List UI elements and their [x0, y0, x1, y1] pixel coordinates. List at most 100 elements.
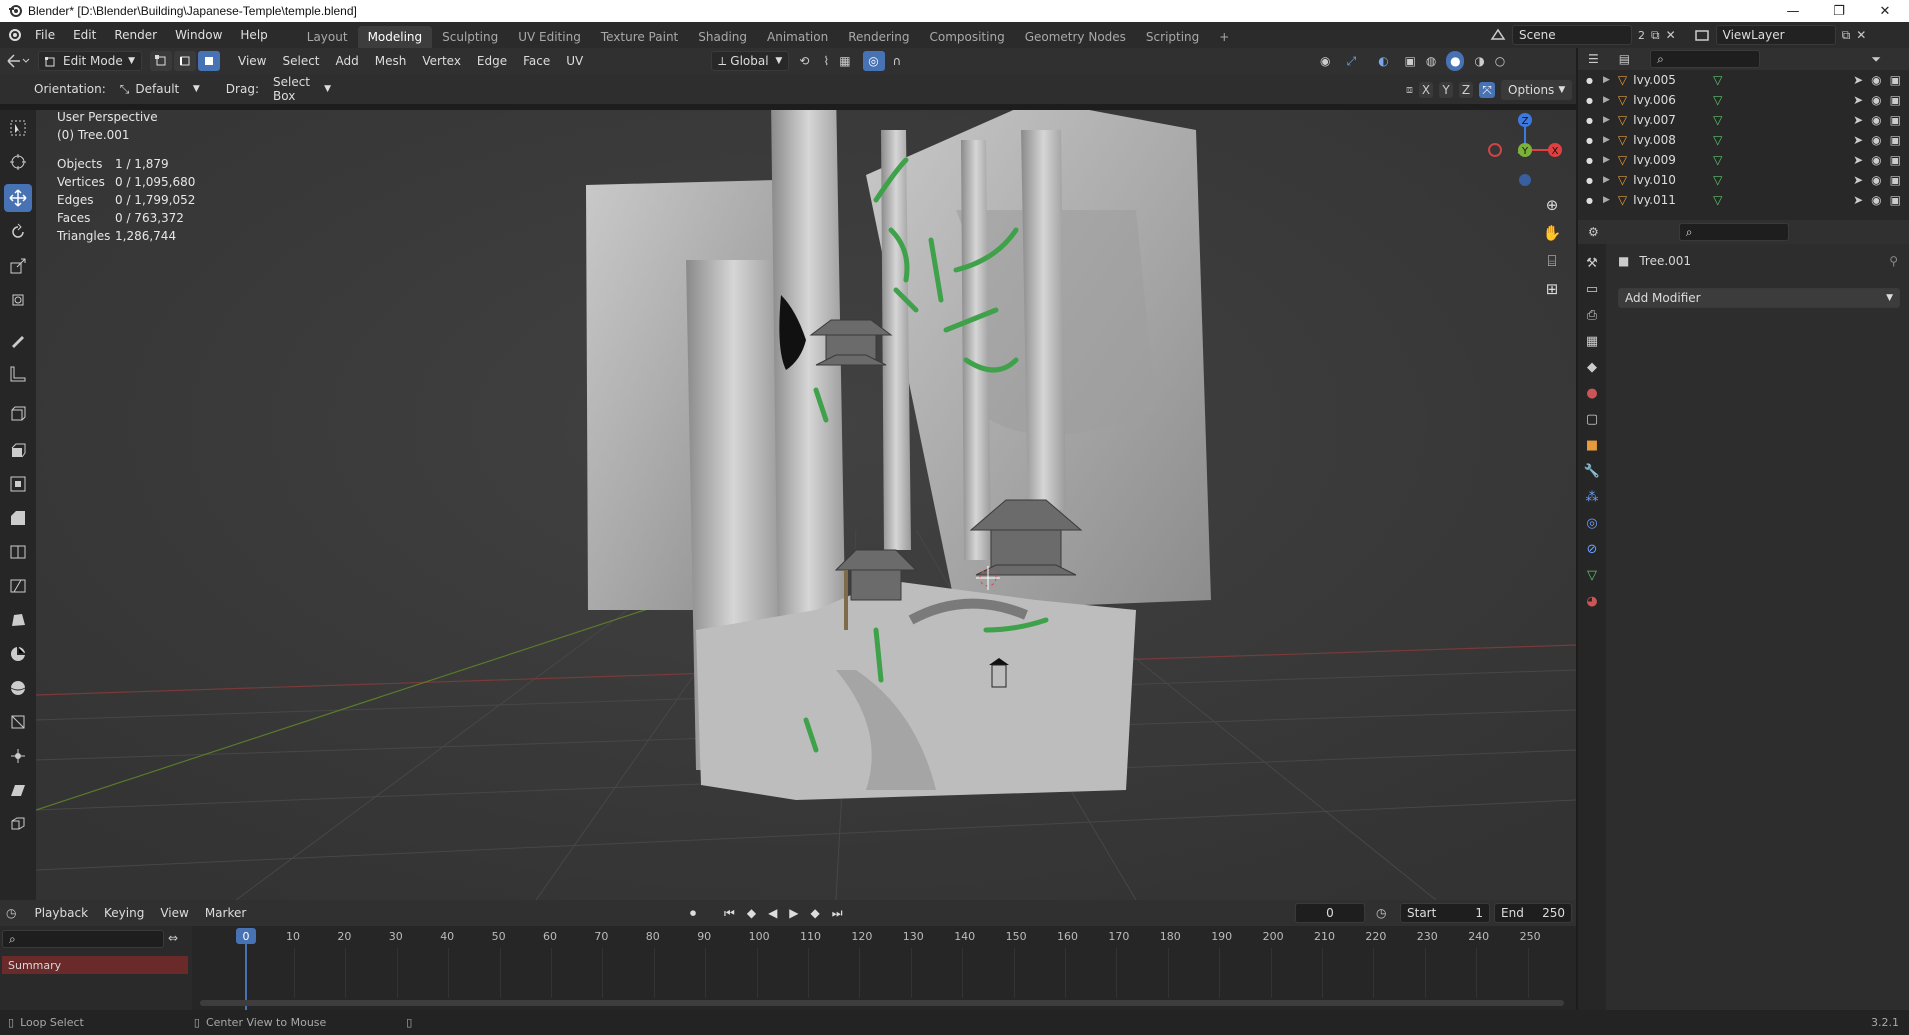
tab-scripting[interactable]: Scripting: [1136, 26, 1209, 48]
menu-edge[interactable]: Edge: [469, 54, 515, 68]
visibility-icon[interactable]: ◉: [1320, 54, 1330, 68]
scene-selector[interactable]: Scene: [1512, 25, 1632, 45]
properties-editor-icon[interactable]: ⚙: [1588, 225, 1599, 239]
smooth-tool[interactable]: [4, 674, 32, 702]
output-tab-icon[interactable]: ⎙: [1587, 308, 1597, 323]
snap-toggle-icon[interactable]: ⌇: [823, 54, 829, 68]
mirror-y-button[interactable]: Y: [1439, 82, 1453, 98]
rotate-tool[interactable]: [4, 218, 32, 246]
pin-icon[interactable]: ⚲: [1889, 254, 1898, 268]
annotate-tool[interactable]: [4, 326, 32, 354]
render-camera-icon[interactable]: ▣: [1890, 153, 1901, 167]
outliner-row[interactable]: ● ▶ ▽ Ivy.005 ▽ ➤ ◉ ▣: [1578, 70, 1909, 90]
physics-tab-icon[interactable]: ◎: [1586, 516, 1597, 531]
select-toggle-icon[interactable]: ➤: [1853, 173, 1863, 187]
expand-arrow-icon[interactable]: ▶: [1603, 155, 1610, 165]
camera-view-icon[interactable]: ⌸: [1540, 252, 1564, 270]
select-toggle-icon[interactable]: ➤: [1853, 193, 1863, 207]
add-modifier-dropdown[interactable]: Add Modifier ▼: [1618, 288, 1900, 308]
scene-icon[interactable]: [1490, 27, 1506, 43]
select-toggle-icon[interactable]: ➤: [1853, 113, 1863, 127]
expand-arrow-icon[interactable]: ▶: [1603, 95, 1610, 105]
rendered-shading-icon[interactable]: ○: [1495, 54, 1505, 68]
timeline-search-input[interactable]: ⌕: [2, 930, 164, 948]
expand-arrow-icon[interactable]: ▶: [1603, 175, 1610, 185]
xray-toggle-icon[interactable]: ▣: [1404, 54, 1415, 68]
outliner-search-input[interactable]: ⌕: [1650, 50, 1761, 68]
collection-tab-icon[interactable]: ▢: [1586, 412, 1598, 427]
gizmo-neg-x-axis[interactable]: [1488, 143, 1502, 157]
menu-vertex[interactable]: Vertex: [414, 54, 469, 68]
delete-viewlayer-icon[interactable]: ✕: [1856, 28, 1866, 42]
material-tab-icon[interactable]: ◕: [1586, 594, 1597, 609]
render-camera-icon[interactable]: ▣: [1890, 93, 1901, 107]
maximize-button[interactable]: ❐: [1816, 0, 1862, 22]
spin-tool[interactable]: [4, 640, 32, 668]
eye-icon[interactable]: ◉: [1871, 93, 1881, 107]
menu-window[interactable]: Window: [166, 22, 231, 48]
tab-sculpting[interactable]: Sculpting: [432, 26, 508, 48]
face-select-button[interactable]: [198, 51, 220, 71]
render-tab-icon[interactable]: ▭: [1586, 282, 1598, 297]
gizmo-neg-z-axis[interactable]: [1519, 174, 1531, 186]
modifier-wrench-icon[interactable]: 🔧: [1584, 464, 1600, 479]
menu-edit[interactable]: Edit: [64, 22, 105, 48]
shrink-fatten-tool[interactable]: [4, 742, 32, 770]
select-toggle-icon[interactable]: ➤: [1853, 73, 1863, 87]
measure-tool[interactable]: [4, 360, 32, 388]
gizmo-toggle-icon[interactable]: ⤢: [1340, 51, 1362, 71]
menu-select[interactable]: Select: [274, 54, 327, 68]
next-keyframe-icon[interactable]: ◆: [811, 906, 820, 920]
transform-orientation-dropdown[interactable]: ⟂ Global ▼: [711, 51, 790, 71]
edge-slide-tool[interactable]: [4, 708, 32, 736]
tab-rendering[interactable]: Rendering: [838, 26, 919, 48]
outliner-row[interactable]: ● ▶ ▽ Ivy.006 ▽ ➤ ◉ ▣: [1578, 90, 1909, 110]
outliner-row[interactable]: ● ▶ ▽ Ivy.007 ▽ ➤ ◉ ▣: [1578, 110, 1909, 130]
minimize-button[interactable]: —: [1770, 0, 1816, 22]
outliner-editor-icon[interactable]: ☰: [1588, 52, 1599, 66]
new-viewlayer-icon[interactable]: ⧉: [1842, 28, 1851, 43]
new-scene-icon[interactable]: ⧉: [1651, 28, 1660, 43]
blender-menu-icon[interactable]: [6, 27, 22, 43]
render-camera-icon[interactable]: ▣: [1890, 73, 1901, 87]
add-cube-tool[interactable]: [4, 400, 32, 428]
vertex-select-button[interactable]: [150, 51, 172, 71]
menu-uv[interactable]: UV: [558, 54, 591, 68]
close-window-button[interactable]: ✕: [1862, 0, 1908, 22]
move-tool[interactable]: [4, 184, 32, 212]
select-toggle-icon[interactable]: ➤: [1853, 153, 1863, 167]
jump-end-icon[interactable]: ⏭: [832, 906, 843, 921]
menu-marker[interactable]: Marker: [197, 906, 254, 920]
viewlayer-icon[interactable]: [1694, 27, 1710, 43]
extrude-tool[interactable]: [4, 436, 32, 464]
orientation-dropdown[interactable]: ⤡ Default ▼: [114, 79, 206, 99]
record-icon[interactable]: ⏺: [690, 906, 696, 921]
delete-scene-icon[interactable]: ✕: [1666, 28, 1676, 42]
editor-type-icon[interactable]: [6, 53, 30, 69]
tab-uv-editing[interactable]: UV Editing: [508, 26, 591, 48]
render-camera-icon[interactable]: ▣: [1890, 133, 1901, 147]
scale-tool[interactable]: [4, 252, 32, 280]
rip-region-tool[interactable]: [4, 810, 32, 838]
menu-mesh[interactable]: Mesh: [367, 54, 415, 68]
snap-target-icon[interactable]: ▦: [839, 54, 850, 68]
outliner-row[interactable]: ● ▶ ▽ Ivy.008 ▽ ➤ ◉ ▣: [1578, 130, 1909, 150]
particles-tab-icon[interactable]: ⁂: [1586, 490, 1599, 505]
mirror-x-button[interactable]: X: [1419, 82, 1433, 98]
timeline-frames[interactable]: 10 20 30 40 50 60 70 80 90 100 110 120 130 140 150 160 1…: [192, 926, 1576, 1010]
poly-build-tool[interactable]: [4, 606, 32, 634]
viewlayer-selector[interactable]: ViewLayer: [1715, 25, 1836, 45]
expand-arrow-icon[interactable]: ▶: [1603, 115, 1610, 125]
zoom-icon[interactable]: ⊕: [1540, 196, 1564, 214]
pivot-point-icon[interactable]: ⟲: [799, 54, 809, 68]
end-frame-field[interactable]: End 250: [1494, 903, 1572, 923]
menu-keying[interactable]: Keying: [96, 906, 152, 920]
summary-channel[interactable]: Summary: [2, 956, 188, 974]
menu-view[interactable]: View: [230, 54, 274, 68]
menu-add[interactable]: Add: [328, 54, 367, 68]
menu-timeline-view[interactable]: View: [152, 906, 196, 920]
mirror-icon[interactable]: ⧈: [1406, 83, 1413, 97]
add-workspace-button[interactable]: +: [1209, 26, 1239, 48]
playhead-marker[interactable]: 0: [236, 928, 256, 944]
expand-arrow-icon[interactable]: ▶: [1603, 75, 1610, 85]
